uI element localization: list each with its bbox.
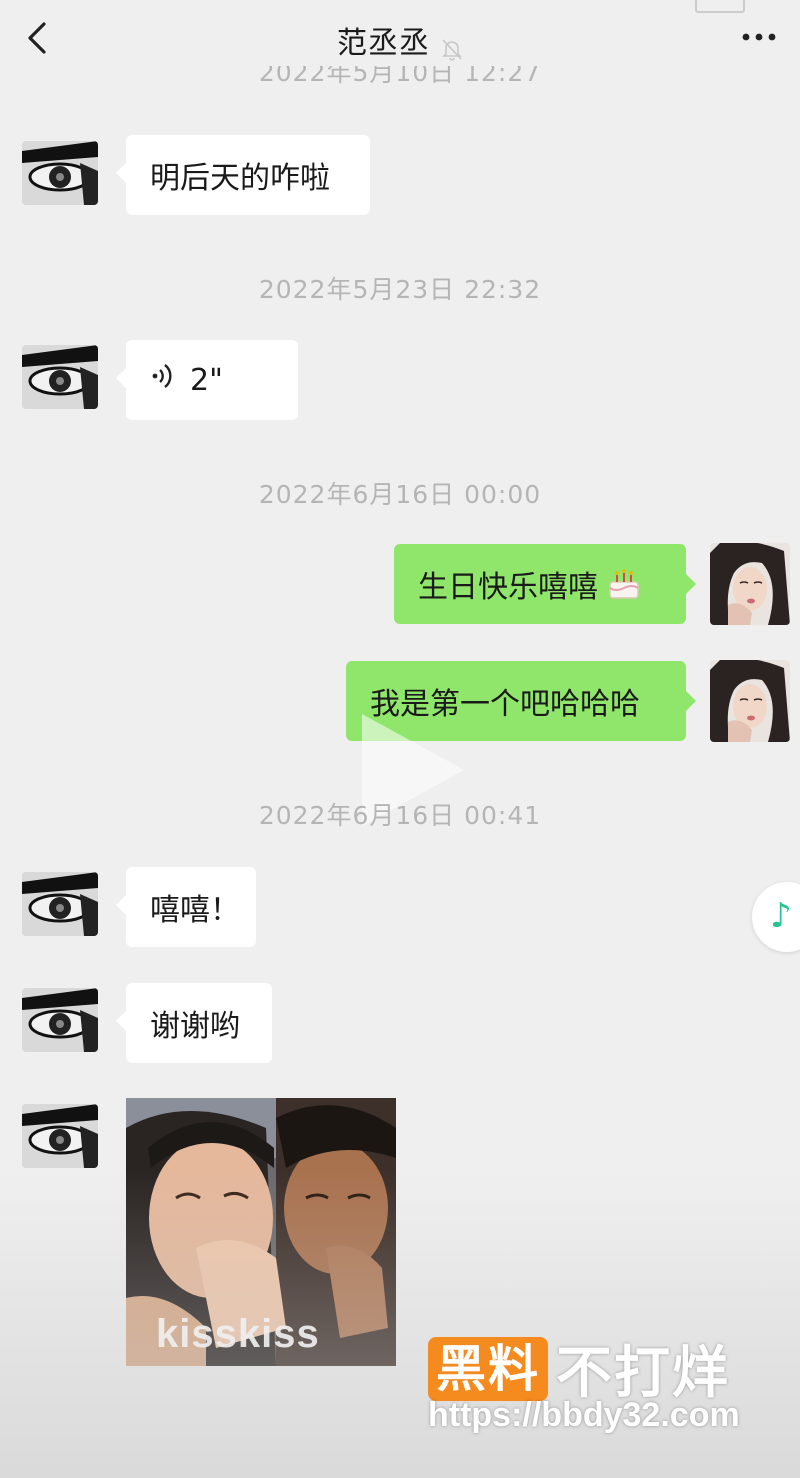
avatar-self[interactable] bbox=[710, 543, 790, 625]
avatar[interactable] bbox=[22, 872, 98, 936]
message-bubble-outgoing[interactable]: 生日快乐嘻嘻 bbox=[394, 544, 696, 624]
timestamp: 2022年6月16日 00:41 bbox=[258, 801, 542, 830]
chat-screen: 范丞丞 2022年5月10日 12:27 明后天的咋啦 2022年5月23日 2… bbox=[0, 0, 800, 1478]
music-note-icon: ♪ bbox=[770, 896, 792, 936]
message-text: 生日快乐嘻嘻 bbox=[418, 570, 598, 605]
chat-title[interactable]: 范丞丞 bbox=[337, 26, 430, 61]
voice-wave-icon bbox=[150, 362, 174, 398]
music-float-button[interactable]: ♪ bbox=[752, 882, 800, 952]
avatar[interactable] bbox=[22, 141, 98, 205]
avatar[interactable] bbox=[22, 988, 98, 1052]
voice-message-bubble[interactable]: 2" bbox=[116, 340, 298, 420]
avatar[interactable] bbox=[22, 345, 98, 409]
watermark-url: https://bbdy32.com bbox=[428, 1396, 740, 1434]
timestamp: 2022年5月10日 12:27 bbox=[258, 66, 542, 87]
message-bubble[interactable]: 谢谢哟 bbox=[116, 983, 272, 1063]
message-text: 明后天的咋啦 bbox=[150, 161, 330, 196]
message-text: 嘻嘻！ bbox=[150, 893, 240, 928]
avatar-self[interactable] bbox=[710, 660, 790, 742]
timestamp: 2022年6月16日 00:00 bbox=[258, 480, 542, 509]
message-text: 谢谢哟 bbox=[150, 1009, 240, 1044]
bell-off-icon bbox=[441, 37, 463, 61]
screen-cast-icon[interactable] bbox=[694, 0, 746, 20]
voice-duration: 2" bbox=[190, 362, 223, 398]
birthday-cake-icon bbox=[606, 568, 642, 600]
more-dots-icon[interactable] bbox=[740, 20, 780, 50]
watermark-badge: 黑料 bbox=[428, 1336, 548, 1401]
message-bubble[interactable]: 明后天的咋啦 bbox=[116, 135, 370, 215]
timestamp: 2022年5月23日 22:32 bbox=[258, 275, 542, 304]
avatar[interactable] bbox=[22, 1104, 98, 1168]
message-bubble[interactable]: 嘻嘻！ bbox=[116, 867, 256, 947]
